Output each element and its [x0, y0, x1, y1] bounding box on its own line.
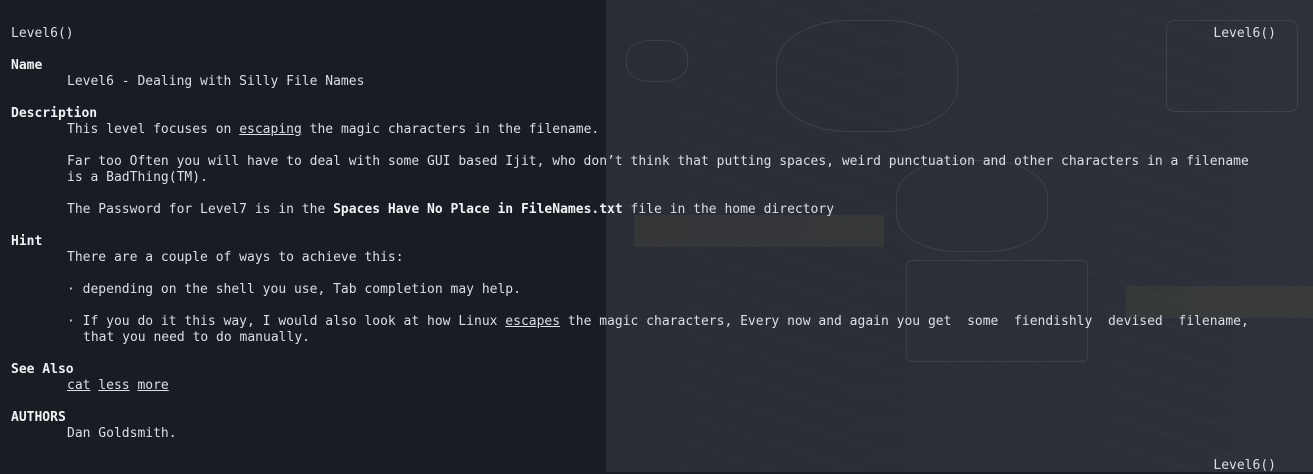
terminal-window[interactable]: Level6() Level6() Name Level6 - Dealing … — [0, 0, 1313, 473]
password-filename: Spaces Have No Place in FileNames.txt — [333, 202, 623, 217]
description-line: is a BadThing(TM). — [67, 170, 208, 185]
hint-text: the magic characters, Every now and agai… — [560, 314, 1249, 329]
description-line: Far too Often you will have to deal with… — [67, 154, 1249, 169]
hint-heading: Hint — [11, 234, 43, 249]
see-also-heading: See Also — [11, 362, 74, 377]
description-text: the magic characters in the filename. — [301, 122, 600, 137]
see-also-link-less[interactable]: less — [98, 378, 129, 393]
see-also-links: cat less more — [67, 378, 169, 394]
name-text: Level6 - Dealing with Silly File Names — [67, 74, 365, 89]
description-heading: Description — [11, 106, 98, 121]
description-text: file in the home directory — [622, 202, 835, 217]
hint-text: · If you do it this way, I would also lo… — [67, 314, 506, 329]
authors-heading: AUTHORS — [11, 410, 66, 425]
description-text: This level focuses on — [67, 122, 240, 137]
escaping-link[interactable]: escaping — [239, 122, 302, 137]
description-text: The Password for Level7 is in the — [67, 202, 334, 217]
hint-bullet-continuation: that you need to do manually. — [83, 330, 310, 345]
see-also-link-cat[interactable]: cat — [67, 378, 90, 393]
description-line: The Password for Level7 is in the Spaces… — [67, 202, 834, 218]
manpage-header-left: Level6() — [11, 26, 74, 41]
authors-text: Dan Goldsmith. — [67, 426, 177, 441]
description-line: This level focuses on escaping the magic… — [67, 122, 599, 138]
hint-bullet: · If you do it this way, I would also lo… — [67, 314, 1249, 330]
hint-bullet: · depending on the shell you use, Tab co… — [67, 282, 521, 297]
escapes-link[interactable]: escapes — [505, 314, 560, 329]
see-also-link-more[interactable]: more — [137, 378, 168, 393]
hint-line: There are a couple of ways to achieve th… — [67, 250, 404, 265]
manpage-header-right: Level6() — [1213, 26, 1276, 41]
name-heading: Name — [11, 58, 43, 73]
